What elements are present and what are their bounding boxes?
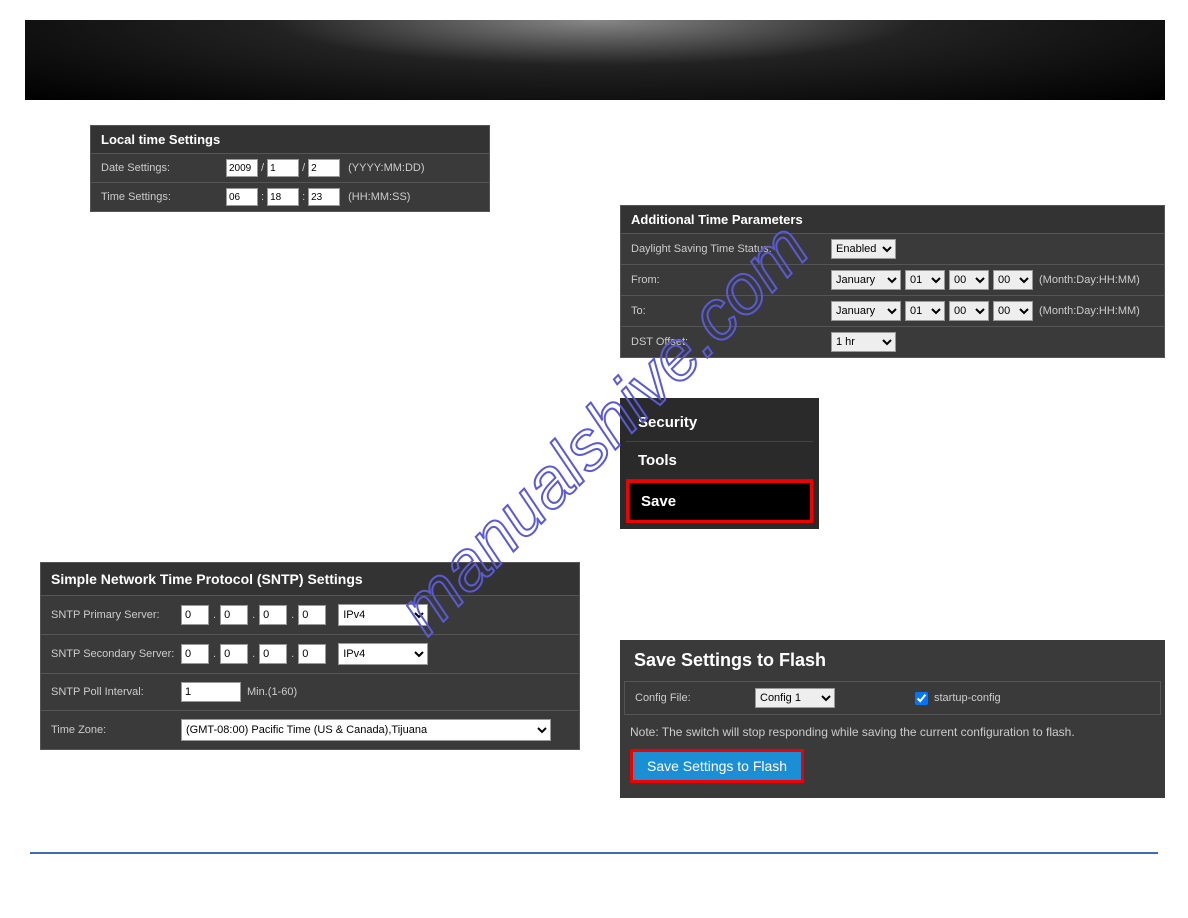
local-time-panel: Local time Settings Date Settings: / / (… bbox=[90, 125, 490, 212]
offset-row: DST Offset: 1 hr bbox=[621, 326, 1164, 357]
save-button[interactable]: Save Settings to Flash bbox=[630, 749, 804, 783]
primary-label: SNTP Primary Server: bbox=[51, 609, 181, 621]
primary-oct2[interactable] bbox=[220, 605, 248, 625]
primary-row: SNTP Primary Server: . . . IPv4 bbox=[41, 595, 579, 634]
sntp-title: Simple Network Time Protocol (SNTP) Sett… bbox=[41, 563, 579, 595]
footer-divider bbox=[30, 852, 1158, 854]
config-label: Config File: bbox=[635, 692, 755, 704]
secondary-oct4[interactable] bbox=[298, 644, 326, 664]
dot: . bbox=[252, 609, 255, 621]
dot: . bbox=[213, 609, 216, 621]
primary-oct4[interactable] bbox=[298, 605, 326, 625]
from-day-select[interactable]: 01 bbox=[905, 270, 945, 290]
secondary-oct3[interactable] bbox=[259, 644, 287, 664]
tz-row: Time Zone: (GMT-08:00) Pacific Time (US … bbox=[41, 710, 579, 749]
time-row: Time Settings: : : (HH:MM:SS) bbox=[91, 182, 489, 211]
sntp-panel: Simple Network Time Protocol (SNTP) Sett… bbox=[40, 562, 580, 750]
poll-row: SNTP Poll Interval: Min.(1-60) bbox=[41, 673, 579, 710]
poll-label: SNTP Poll Interval: bbox=[51, 686, 181, 698]
primary-ipv-select[interactable]: IPv4 bbox=[338, 604, 428, 626]
save-note: Note: The switch will stop responding wh… bbox=[620, 715, 1165, 749]
offset-label: DST Offset: bbox=[631, 336, 831, 348]
save-panel: Save Settings to Flash Config File: Conf… bbox=[620, 640, 1165, 798]
dst-status-row: Daylight Saving Time Status: Enabled bbox=[621, 233, 1164, 264]
secondary-label: SNTP Secondary Server: bbox=[51, 648, 181, 660]
tz-label: Time Zone: bbox=[51, 724, 181, 736]
dot: . bbox=[213, 648, 216, 660]
separator: : bbox=[261, 191, 264, 203]
to-hint: (Month:Day:HH:MM) bbox=[1039, 305, 1140, 317]
additional-title: Additional Time Parameters bbox=[621, 206, 1164, 233]
dot: . bbox=[291, 648, 294, 660]
from-hh-select[interactable]: 00 bbox=[949, 270, 989, 290]
secondary-oct2[interactable] bbox=[220, 644, 248, 664]
dst-label: Daylight Saving Time Status: bbox=[631, 243, 831, 255]
secondary-oct1[interactable] bbox=[181, 644, 209, 664]
to-day-select[interactable]: 01 bbox=[905, 301, 945, 321]
time-label: Time Settings: bbox=[101, 191, 226, 203]
secondary-ipv-select[interactable]: IPv4 bbox=[338, 643, 428, 665]
menu-tools[interactable]: Tools bbox=[626, 442, 813, 480]
separator: : bbox=[302, 191, 305, 203]
save-title: Save Settings to Flash bbox=[620, 640, 1165, 681]
ss-input[interactable] bbox=[308, 188, 340, 206]
separator: / bbox=[302, 162, 305, 174]
from-month-select[interactable]: January bbox=[831, 270, 901, 290]
to-label: To: bbox=[631, 305, 831, 317]
mm-input[interactable] bbox=[267, 188, 299, 206]
dot: . bbox=[252, 648, 255, 660]
header-banner bbox=[25, 20, 1165, 100]
to-month-select[interactable]: January bbox=[831, 301, 901, 321]
date-row: Date Settings: / / (YYYY:MM:DD) bbox=[91, 153, 489, 182]
to-hh-select[interactable]: 00 bbox=[949, 301, 989, 321]
secondary-row: SNTP Secondary Server: . . . IPv4 bbox=[41, 634, 579, 673]
startup-checkbox[interactable] bbox=[915, 692, 928, 705]
nav-menu: Security Tools Save bbox=[620, 398, 819, 529]
time-hint: (HH:MM:SS) bbox=[348, 191, 410, 203]
date-hint: (YYYY:MM:DD) bbox=[348, 162, 424, 174]
poll-input[interactable] bbox=[181, 682, 241, 702]
month-input[interactable] bbox=[267, 159, 299, 177]
dot: . bbox=[291, 609, 294, 621]
offset-select[interactable]: 1 hr bbox=[831, 332, 896, 352]
startup-label: startup-config bbox=[934, 692, 1001, 704]
poll-hint: Min.(1-60) bbox=[247, 686, 297, 698]
primary-oct1[interactable] bbox=[181, 605, 209, 625]
from-hint: (Month:Day:HH:MM) bbox=[1039, 274, 1140, 286]
from-label: From: bbox=[631, 274, 831, 286]
primary-oct3[interactable] bbox=[259, 605, 287, 625]
date-label: Date Settings: bbox=[101, 162, 226, 174]
tz-select[interactable]: (GMT-08:00) Pacific Time (US & Canada),T… bbox=[181, 719, 551, 741]
menu-security[interactable]: Security bbox=[626, 404, 813, 442]
day-input[interactable] bbox=[308, 159, 340, 177]
hh-input[interactable] bbox=[226, 188, 258, 206]
to-mm-select[interactable]: 00 bbox=[993, 301, 1033, 321]
config-row: Config File: Config 1 startup-config bbox=[624, 681, 1161, 715]
from-row: From: January 01 00 00 (Month:Day:HH:MM) bbox=[621, 264, 1164, 295]
year-input[interactable] bbox=[226, 159, 258, 177]
separator: / bbox=[261, 162, 264, 174]
local-time-title: Local time Settings bbox=[91, 126, 489, 153]
additional-time-panel: Additional Time Parameters Daylight Savi… bbox=[620, 205, 1165, 358]
menu-save[interactable]: Save bbox=[626, 480, 813, 523]
from-mm-select[interactable]: 00 bbox=[993, 270, 1033, 290]
to-row: To: January 01 00 00 (Month:Day:HH:MM) bbox=[621, 295, 1164, 326]
config-select[interactable]: Config 1 bbox=[755, 688, 835, 708]
dst-status-select[interactable]: Enabled bbox=[831, 239, 896, 259]
